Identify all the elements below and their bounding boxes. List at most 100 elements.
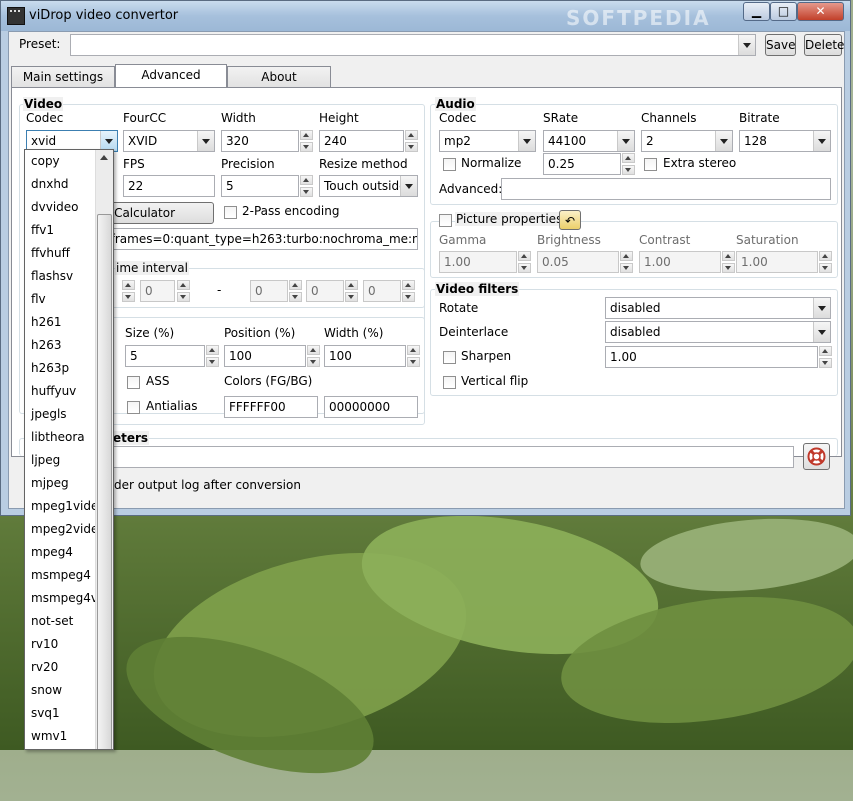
sharpen-checkbox[interactable] (443, 351, 456, 364)
dropdown-item[interactable]: mpeg4 (31, 543, 73, 566)
dropdown-item[interactable]: msmpeg4 (31, 566, 91, 589)
saturation-input[interactable]: 1.00 (736, 251, 818, 273)
time-end-s-field[interactable]: 0 (363, 280, 401, 302)
ass-checkbox[interactable] (127, 376, 140, 389)
time-spinner-2[interactable] (177, 280, 190, 302)
bg-color-input[interactable]: 00000000 (324, 396, 418, 418)
time-spinner-1[interactable] (122, 280, 135, 302)
rotate-select[interactable]: disabled (605, 297, 831, 319)
dropdown-item[interactable]: jpegls (31, 405, 67, 428)
dropdown-item[interactable]: ffvhuff (31, 244, 70, 267)
position-input[interactable]: 100 (224, 345, 306, 367)
dropdown-item[interactable]: not-set (31, 612, 73, 635)
saturation-spinner[interactable] (819, 251, 832, 273)
title-bar[interactable]: viDrop video convertor SOFTPEDIA ▁ □ ✕ (1, 1, 850, 31)
lifebuoy-icon[interactable] (803, 443, 830, 470)
gamma-spinner[interactable] (518, 251, 531, 273)
normalize-spinner[interactable] (622, 153, 635, 175)
position-spinner[interactable] (307, 345, 320, 367)
vertical-flip-checkbox[interactable] (443, 376, 456, 389)
resize-method-select[interactable]: Touch outside (319, 175, 418, 197)
time-spinner-5[interactable] (402, 280, 415, 302)
audio-codec-select[interactable]: mp2 (439, 130, 536, 152)
tab-main-settings[interactable]: Main settings (11, 66, 115, 88)
two-pass-checkbox[interactable] (224, 206, 237, 219)
time-spinner-3[interactable] (289, 280, 302, 302)
time-interval-title: ime interval (115, 261, 189, 275)
codec-dropdown-list[interactable]: copy dnxhd dvvideo ffv1 ffvhuff flashsv flv h26… (24, 149, 114, 750)
delete-button[interactable]: Delete (804, 34, 844, 56)
width-input[interactable]: 320 (221, 130, 299, 152)
width-spinner[interactable] (300, 130, 313, 152)
save-button[interactable]: Save (765, 34, 796, 56)
scroll-up-icon[interactable] (97, 151, 111, 165)
normalize-checkbox[interactable] (443, 158, 456, 171)
fps-input[interactable]: 22 (123, 175, 215, 197)
dropdown-item[interactable]: rv20 (31, 658, 58, 681)
height-input[interactable]: 240 (319, 130, 404, 152)
minimize-button[interactable]: ▁ (743, 2, 770, 21)
srate-select[interactable]: 44100 (543, 130, 635, 152)
dropdown-item[interactable]: flashsv (31, 267, 73, 290)
dropdown-item[interactable]: h263p (31, 359, 69, 382)
dropdown-item[interactable]: svq1 (31, 704, 60, 727)
dropdown-item[interactable]: h261 (31, 313, 62, 336)
precision-label: Precision (221, 157, 275, 171)
dropdown-item[interactable]: dvvideo (31, 198, 79, 221)
tab-advanced-settings[interactable]: Advanced settings (115, 64, 227, 103)
sharpen-spinner[interactable] (819, 346, 832, 368)
contrast-spinner[interactable] (722, 251, 735, 273)
bitrate-select[interactable]: 128 (739, 130, 831, 152)
height-spinner[interactable] (405, 130, 418, 152)
dropdown-item[interactable]: dnxhd (31, 175, 69, 198)
scroll-thumb[interactable] (97, 214, 112, 749)
sub-width-input[interactable]: 100 (324, 345, 406, 367)
dropdown-item[interactable]: ljpeg (31, 451, 60, 474)
gamma-input[interactable]: 1.00 (439, 251, 517, 273)
normalize-input[interactable]: 0.25 (543, 153, 621, 175)
fourcc-select[interactable]: XVID (123, 130, 215, 152)
picture-properties-checkbox[interactable] (439, 214, 452, 227)
dropdown-item[interactable]: libtheora (31, 428, 85, 451)
dropdown-item[interactable]: wmv1 (31, 727, 67, 749)
brightness-spinner[interactable] (620, 251, 633, 273)
dropdown-item[interactable]: rv10 (31, 635, 58, 658)
preset-select[interactable] (70, 34, 756, 56)
parameters-input[interactable] (91, 446, 794, 468)
sharpen-input[interactable]: 1.00 (605, 346, 818, 368)
time-end-h-field[interactable]: 0 (250, 280, 288, 302)
extra-stereo-checkbox[interactable] (644, 158, 657, 171)
size-input[interactable]: 5 (125, 345, 205, 367)
dropdown-item[interactable]: copy (31, 152, 60, 175)
sub-width-spinner[interactable] (407, 345, 420, 367)
dropdown-item[interactable]: huffyuv (31, 382, 76, 405)
dropdown-item[interactable]: mjpeg (31, 474, 69, 497)
channels-select[interactable]: 2 (641, 130, 733, 152)
video-options-input[interactable]: _bframes=0:quant_type=h263:turbo:nochrom… (92, 228, 418, 250)
time-start-field[interactable]: 0 (140, 280, 175, 302)
gamma-label: Gamma (439, 233, 487, 247)
time-spinner-4[interactable] (345, 280, 358, 302)
audio-advanced-label: Advanced: (439, 182, 503, 196)
precision-spinner[interactable] (300, 175, 313, 197)
time-end-m-field[interactable]: 0 (306, 280, 344, 302)
close-button[interactable]: ✕ (797, 2, 844, 21)
dropdown-item[interactable]: h263 (31, 336, 62, 359)
dropdown-item[interactable]: snow (31, 681, 62, 704)
dropdown-item[interactable]: ffv1 (31, 221, 54, 244)
fg-color-input[interactable]: FFFFFF00 (224, 396, 318, 418)
contrast-input[interactable]: 1.00 (639, 251, 721, 273)
brightness-input[interactable]: 0.05 (537, 251, 619, 273)
undo-arrow-icon[interactable]: ↶ (559, 210, 581, 230)
chevron-down-icon (100, 131, 117, 151)
dropdown-item[interactable]: flv (31, 290, 46, 313)
resize-method-value: Touch outside (324, 179, 407, 193)
antialias-checkbox[interactable] (127, 401, 140, 414)
deinterlace-select[interactable]: disabled (605, 321, 831, 343)
size-spinner[interactable] (206, 345, 219, 367)
tab-about[interactable]: About (227, 66, 331, 88)
audio-advanced-input[interactable] (501, 178, 831, 200)
dropdown-scrollbar[interactable] (95, 150, 113, 749)
maximize-button[interactable]: □ (770, 2, 797, 21)
precision-input[interactable]: 5 (221, 175, 299, 197)
